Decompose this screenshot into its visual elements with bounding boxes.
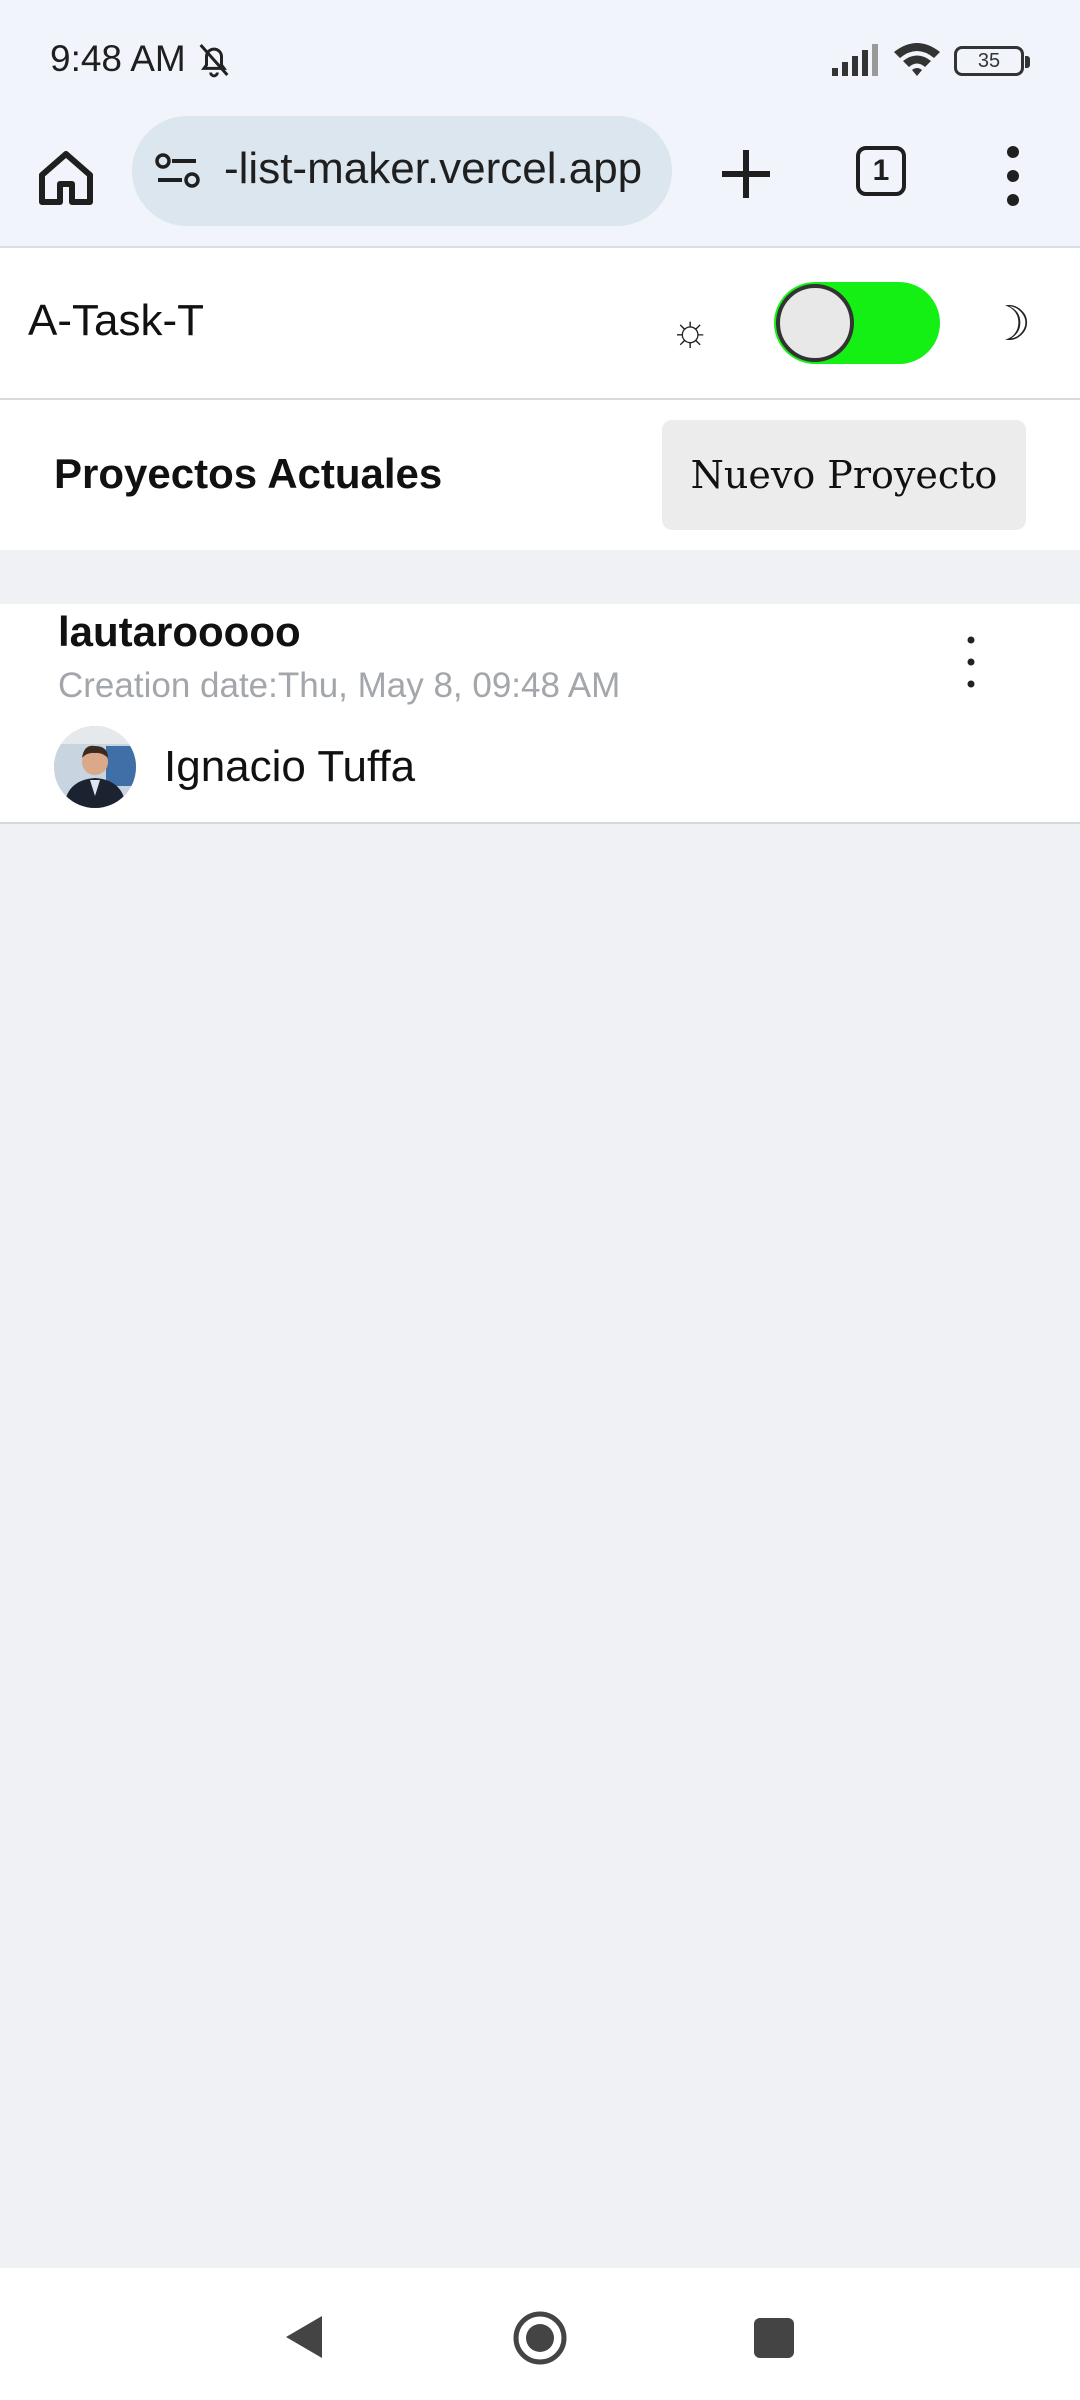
app-header: A-Task-T ☼ ☽	[0, 248, 1080, 400]
moon-icon: ☽	[988, 298, 1032, 351]
status-bar: 9:48 AM 35	[0, 0, 1080, 116]
plus-icon	[722, 150, 770, 198]
system-nav-bar	[0, 2268, 1080, 2400]
battery-level: 35	[977, 50, 1001, 72]
signal-icon	[832, 44, 878, 76]
project-name[interactable]: lautarooooo	[58, 608, 301, 656]
project-menu-icon[interactable]	[956, 632, 986, 692]
recents-icon[interactable]	[754, 2318, 794, 2358]
owner-name: Ignacio Tuffa	[164, 742, 416, 791]
project-card[interactable]: lautarooooo Creation date:Thu, May 8, 09…	[0, 604, 1080, 824]
project-list: lautarooooo Creation date:Thu, May 8, 09…	[0, 604, 1080, 824]
back-icon[interactable]	[280, 2312, 326, 2362]
section-header: Proyectos Actuales Nuevo Proyecto	[0, 400, 1080, 550]
avatar	[54, 726, 136, 808]
toggle-knob[interactable]	[776, 284, 854, 362]
url-text[interactable]: -list-maker.vercel.app	[224, 144, 642, 194]
home-icon[interactable]	[30, 142, 102, 214]
bell-off-icon	[199, 44, 229, 78]
new-project-button[interactable]: Nuevo Proyecto	[662, 420, 1026, 530]
tab-count: 1	[872, 154, 890, 187]
status-time: 9:48 AM	[50, 38, 186, 79]
section-title: Proyectos Actuales	[54, 450, 443, 497]
project-date: Creation date:Thu, May 8, 09:48 AM	[58, 666, 621, 705]
app-title: A-Task-T	[28, 296, 204, 345]
address-bar[interactable]: -list-maker.vercel.app	[132, 116, 672, 226]
battery-icon: 35	[954, 46, 1030, 76]
tabs-button[interactable]: 1	[856, 146, 906, 196]
browser-toolbar: -list-maker.vercel.app 1	[0, 116, 1080, 248]
sun-icon: ☼	[670, 306, 711, 355]
theme-toggle[interactable]	[774, 282, 940, 364]
more-vert-icon[interactable]	[996, 140, 1030, 212]
site-settings-icon[interactable]	[154, 150, 202, 192]
wifi-icon	[894, 43, 940, 76]
new-tab-button[interactable]	[710, 138, 782, 210]
home-circle-icon[interactable]	[512, 2310, 568, 2366]
